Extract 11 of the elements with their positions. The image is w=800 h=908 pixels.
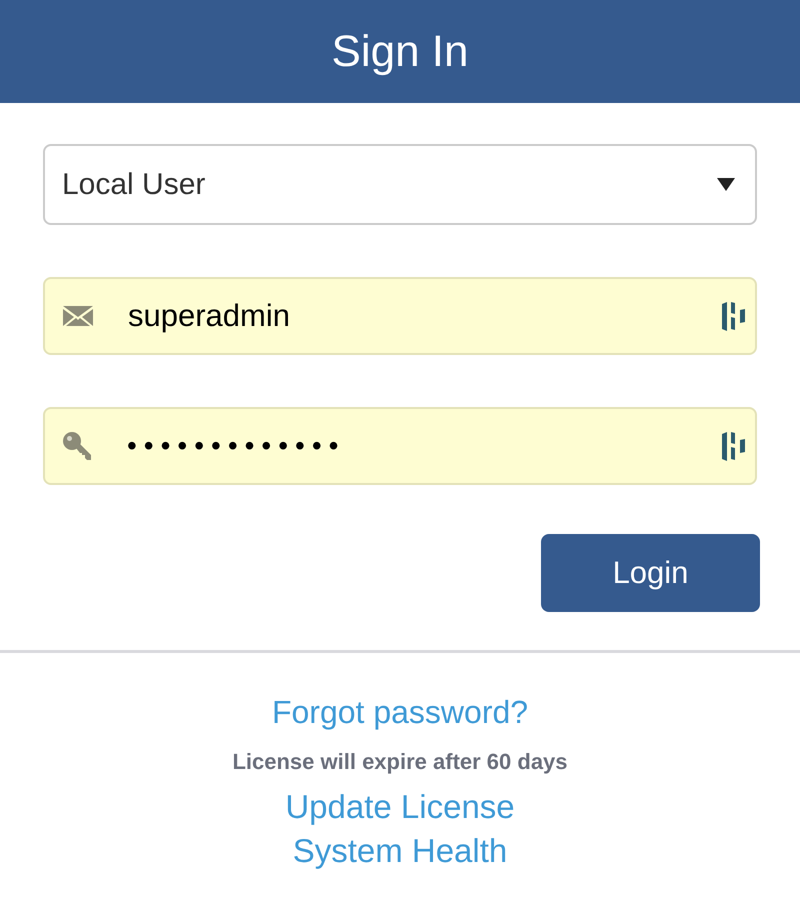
- page-title: Sign In: [332, 30, 468, 74]
- caret-down-icon: [717, 178, 735, 191]
- license-notice: License will expire after 60 days: [232, 749, 568, 775]
- account-type-select[interactable]: Local User: [43, 144, 757, 225]
- key-icon: [63, 432, 91, 460]
- password-manager-icon[interactable]: [721, 431, 745, 461]
- username-field[interactable]: superadmin: [43, 277, 757, 355]
- password-field[interactable]: •••••••••••••: [43, 407, 757, 485]
- login-button[interactable]: Login: [541, 534, 760, 612]
- envelope-icon: [63, 306, 93, 326]
- password-manager-icon[interactable]: [721, 301, 745, 331]
